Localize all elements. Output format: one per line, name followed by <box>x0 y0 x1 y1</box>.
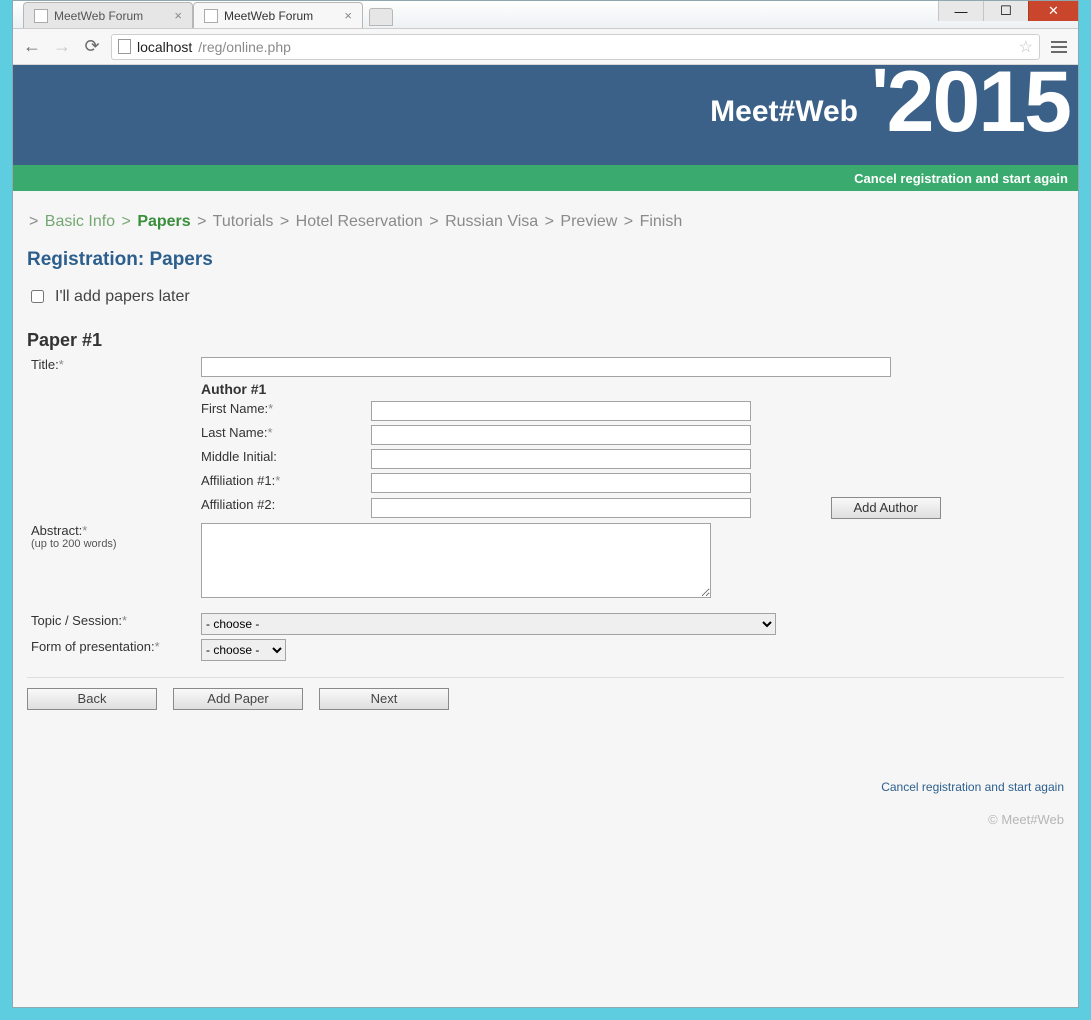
topic-label: Topic / Session: <box>31 613 122 628</box>
crumb-basic-info[interactable]: Basic Info <box>45 213 115 230</box>
abstract-hint: (up to 200 words) <box>31 538 193 550</box>
next-button[interactable]: Next <box>319 688 449 710</box>
address-bar[interactable]: localhost/reg/online.php ☆ <box>111 34 1040 60</box>
first-name-input[interactable] <box>371 401 751 421</box>
forward-button[interactable]: → <box>51 36 73 58</box>
first-name-label: First Name: <box>201 401 268 416</box>
window-maximize-button[interactable]: ☐ <box>983 1 1028 21</box>
window-minimize-button[interactable]: — <box>938 1 983 21</box>
cancel-link-bottom[interactable]: Cancel registration and start again <box>881 780 1064 794</box>
hamburger-menu-icon[interactable] <box>1048 36 1070 58</box>
crumb-preview[interactable]: Preview <box>560 213 617 230</box>
window-close-button[interactable]: ✕ <box>1028 1 1078 21</box>
title-input[interactable] <box>201 357 891 377</box>
crumb-tutorials[interactable]: Tutorials <box>213 213 274 230</box>
crumb-visa[interactable]: Russian Visa <box>445 213 538 230</box>
page-content: Meet#Web '2015 Cancel registration and s… <box>13 65 1078 1007</box>
breadcrumb: > Basic Info > Papers > Tutorials > Hote… <box>27 213 1064 231</box>
abstract-textarea[interactable] <box>201 523 711 598</box>
bookmark-star-icon[interactable]: ☆ <box>1019 37 1033 57</box>
newtab-button[interactable] <box>369 8 393 26</box>
last-name-input[interactable] <box>371 425 751 445</box>
site-info-icon[interactable] <box>118 39 131 54</box>
add-author-button[interactable]: Add Author <box>831 497 941 519</box>
window-titlebar: MeetWeb Forum × MeetWeb Forum × — ☐ ✕ <box>13 1 1078 29</box>
browser-toolbar: ← → ⟳ localhost/reg/online.php ☆ <box>13 29 1078 65</box>
middle-initial-input[interactable] <box>371 449 751 469</box>
topic-select[interactable]: - choose - <box>201 613 776 635</box>
affiliation2-label: Affiliation #2: <box>201 497 275 512</box>
reload-button[interactable]: ⟳ <box>81 36 103 58</box>
tab-1[interactable]: MeetWeb Forum × <box>23 2 193 28</box>
tab-2[interactable]: MeetWeb Forum × <box>193 2 363 28</box>
req-marker: * <box>59 357 64 372</box>
copyright: © Meet#Web <box>27 812 1064 827</box>
back-button[interactable]: Back <box>27 688 157 710</box>
tab-1-title: MeetWeb Forum <box>54 9 143 23</box>
affiliation1-input[interactable] <box>371 473 751 493</box>
back-button[interactable]: ← <box>21 36 43 58</box>
tabs-row: MeetWeb Forum × MeetWeb Forum × <box>13 1 393 28</box>
tab-2-title: MeetWeb Forum <box>224 9 313 23</box>
middle-initial-label: Middle Initial: <box>201 449 277 464</box>
add-later-checkbox[interactable] <box>31 290 44 303</box>
title-label: Title: <box>31 357 59 372</box>
add-paper-button[interactable]: Add Paper <box>173 688 303 710</box>
last-name-label: Last Name: <box>201 425 267 440</box>
form-select[interactable]: - choose - <box>201 639 286 661</box>
page-title: Registration: Papers <box>27 249 1064 271</box>
crumb-finish[interactable]: Finish <box>640 213 683 230</box>
paper-form: Title:* Author #1 First Name:* Last Name… <box>27 355 945 663</box>
form-label: Form of presentation: <box>31 639 155 654</box>
add-later-label: I'll add papers later <box>55 288 190 306</box>
author-heading: Author #1 <box>201 381 266 397</box>
site-header: Meet#Web '2015 <box>13 65 1078 165</box>
page-icon <box>34 9 48 23</box>
add-later-row: I'll add papers later <box>27 287 1064 306</box>
bottom-button-row: Back Add Paper Next <box>27 677 1064 710</box>
abstract-label: Abstract: <box>31 523 82 538</box>
paper-heading: Paper #1 <box>27 330 1064 351</box>
affiliation1-label: Affiliation #1: <box>201 473 275 488</box>
footer-links: Cancel registration and start again <box>27 780 1064 794</box>
site-brand: Meet#Web <box>710 95 858 129</box>
affiliation2-input[interactable] <box>371 498 751 518</box>
main-content: > Basic Info > Papers > Tutorials > Hote… <box>13 191 1078 857</box>
url-path: /reg/online.php <box>198 39 291 55</box>
crumb-papers[interactable]: Papers <box>137 213 190 230</box>
url-host: localhost <box>137 39 192 55</box>
year-number: 2015 <box>887 65 1070 150</box>
green-band: Cancel registration and start again <box>13 165 1078 191</box>
window-controls: — ☐ ✕ <box>938 1 1078 21</box>
browser-window: MeetWeb Forum × MeetWeb Forum × — ☐ ✕ ← … <box>12 0 1079 1008</box>
page-icon <box>204 9 218 23</box>
crumb-hotel[interactable]: Hotel Reservation <box>296 213 423 230</box>
tab-close-icon[interactable]: × <box>344 8 352 23</box>
year-apostrophe: ' <box>872 65 887 135</box>
cancel-link-top[interactable]: Cancel registration and start again <box>854 171 1068 186</box>
site-year: '2015 <box>872 65 1070 145</box>
tab-close-icon[interactable]: × <box>174 8 182 23</box>
